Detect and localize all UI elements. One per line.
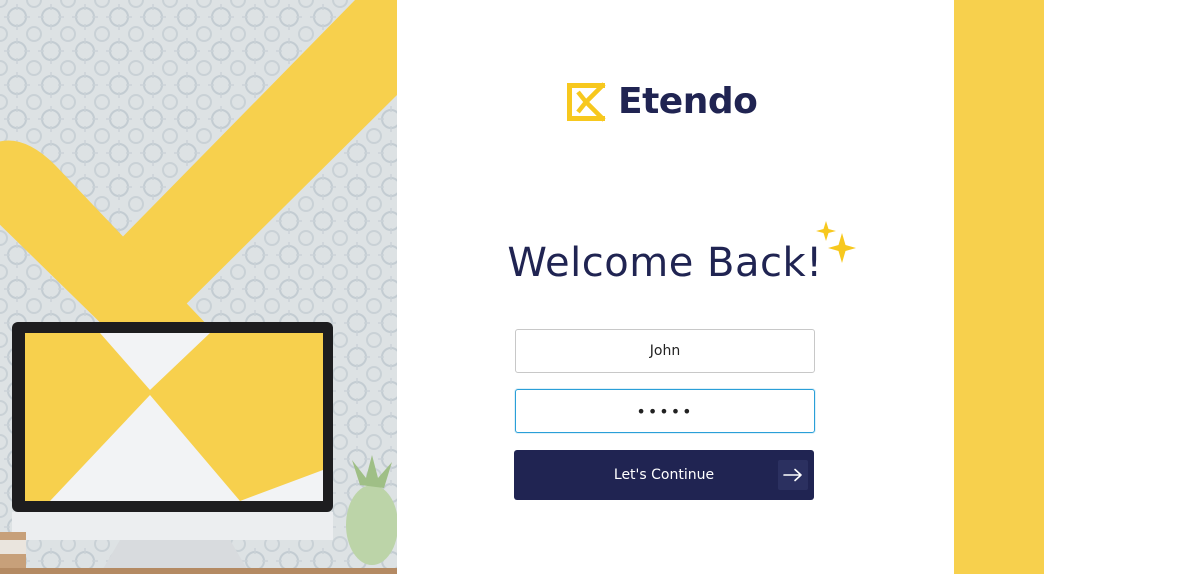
hero-image bbox=[0, 0, 397, 574]
accent-stripe bbox=[954, 0, 1044, 574]
arrow-right-icon bbox=[778, 460, 808, 490]
etendo-logo-icon bbox=[567, 82, 606, 122]
password-field[interactable] bbox=[515, 389, 815, 433]
continue-button-label: Let's Continue bbox=[613, 467, 715, 483]
hero-illustration bbox=[0, 0, 397, 574]
sparkle-icon bbox=[816, 221, 856, 263]
continue-button[interactable]: Let's Continue bbox=[514, 450, 814, 500]
page-title: Welcome Back! bbox=[507, 240, 823, 286]
login-page: Etendo Welcome Back! Let's Continue bbox=[0, 0, 1195, 574]
username-field[interactable] bbox=[515, 329, 815, 373]
etendo-logo: Etendo bbox=[564, 78, 758, 126]
brand-name: Etendo bbox=[618, 81, 758, 122]
